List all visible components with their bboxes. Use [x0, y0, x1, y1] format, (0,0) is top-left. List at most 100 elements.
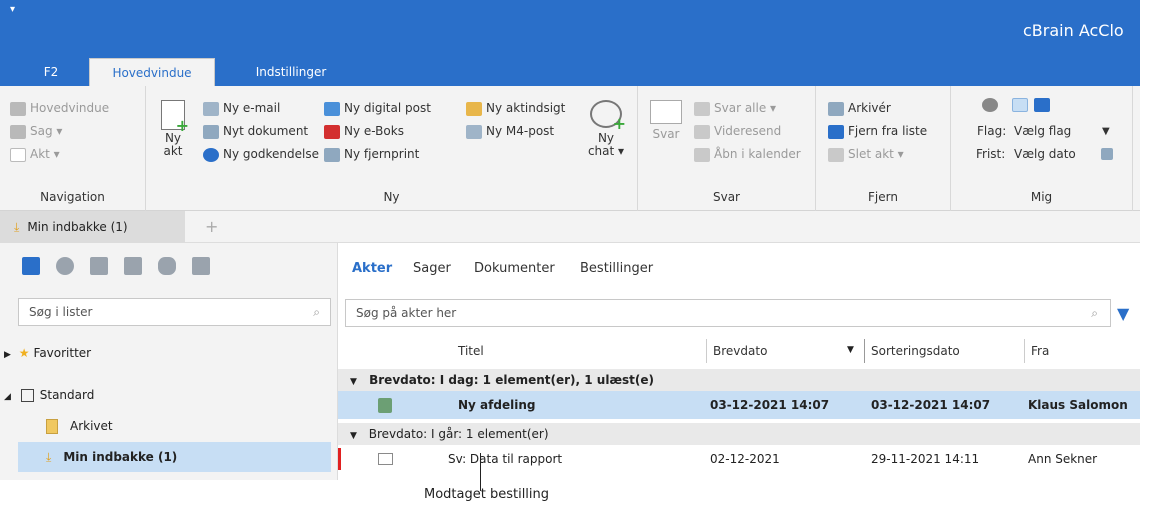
ny-eboks-button[interactable]: Ny e-Boks [324, 121, 404, 141]
ny-chat-button[interactable]: + Ny chat ▾ [584, 100, 628, 158]
refresh-icon[interactable] [1034, 98, 1050, 112]
app-title: cBrain AcClo [1023, 21, 1124, 40]
cell-titel: Sv: Data til rapport [448, 452, 563, 466]
tree-item-min-indbakke[interactable]: ⤓ Min indbakke (1) [18, 442, 331, 472]
aktindsigt-icon [466, 101, 482, 116]
flag-label: Flag: [977, 124, 1007, 138]
group-label-ny: Ny [383, 190, 400, 204]
new-document-icon: + [161, 100, 189, 134]
ribbon-group-fjern: Arkivér Fjern fra liste Slet akt ▾ Fjern [816, 86, 951, 211]
archive-icon [828, 101, 844, 116]
search-icon[interactable]: ⌕ [1091, 300, 1098, 326]
expand-arrow-icon[interactable]: ▶ [4, 350, 11, 360]
calendar-icon [694, 147, 710, 162]
left-panel: Søg i lister ⌕ ▶ ★ Favoritter ◢ Standard … [0, 243, 338, 480]
person-icon [982, 98, 998, 112]
tab-dokumenter[interactable]: Dokumenter [474, 261, 555, 276]
folder-icon[interactable] [192, 257, 210, 275]
print-icon [324, 147, 340, 162]
search-icon[interactable]: ⌕ [313, 299, 320, 325]
ny-m4-post-button[interactable]: Ny M4-post [466, 121, 554, 141]
flag-select[interactable]: Vælg flag [1014, 121, 1071, 141]
reply-mail-icon [378, 453, 393, 465]
svar-alle-button[interactable]: Svar alle ▾ [694, 98, 776, 118]
list-search-input[interactable]: Søg i lister ⌕ [18, 298, 331, 326]
flag-dropdown-arrow-icon[interactable]: ▼ [1102, 126, 1110, 137]
quick-access-dropdown[interactable]: ▾ [10, 4, 15, 15]
frist-label: Frist: [976, 147, 1006, 161]
ny-godkendelse-button[interactable]: Ny godkendelse [203, 144, 319, 164]
tab-indstillinger[interactable]: Indstillinger [236, 58, 346, 86]
table-row[interactable]: Ny afdeling 03-12-2021 14:07 03-12-2021 … [338, 391, 1140, 419]
slet-akt-button[interactable]: Slet akt ▾ [828, 144, 904, 164]
ny-aktindsigt-button[interactable]: Ny aktindsigt [466, 98, 565, 118]
tab-bestillinger[interactable]: Bestillinger [580, 261, 653, 276]
ny-fjernprint-button[interactable]: Ny fjernprint [324, 144, 419, 164]
main-panel: Akter Sager Dokumenter Bestillinger Søg … [338, 243, 1140, 480]
group-label-svar: Svar [712, 190, 740, 204]
tab-min-indbakke[interactable]: ⤓ Min indbakke (1) [0, 211, 185, 243]
fjern-fra-liste-button[interactable]: Fjern fra liste [828, 121, 927, 141]
ribbon: Hovedvindue Sag ▾ Akt ▾ Navigation + Ny … [0, 86, 1140, 211]
videresend-button[interactable]: Videresend [694, 121, 781, 141]
svar-button[interactable]: Svar [646, 100, 686, 141]
m4-post-icon [466, 124, 482, 139]
group-collapse-icon[interactable]: ▼ [350, 431, 357, 441]
sag-button[interactable]: Sag ▾ [10, 121, 62, 141]
filter-icon[interactable]: ▼ [1117, 304, 1129, 323]
users-icon[interactable] [158, 257, 176, 275]
archive-folder-icon [46, 419, 58, 434]
nyt-dokument-button[interactable]: Nyt dokument [203, 121, 308, 141]
order-marker [338, 448, 341, 470]
hovedvindue-button[interactable]: Hovedvindue [10, 98, 109, 118]
column-header-sorteringsdato[interactable]: Sorteringsdato [864, 339, 960, 363]
frist-select[interactable]: Vælg dato [1014, 144, 1076, 164]
group-collapse-icon[interactable]: ▼ [350, 377, 357, 387]
ny-digital-post-button[interactable]: Ny digital post [324, 98, 431, 118]
callout-line [480, 453, 481, 491]
tree-item-favoritter[interactable]: ▶ ★ Favoritter [0, 338, 338, 368]
ribbon-group-mig: Flag: Vælg flag ▼ Frist: Vælg dato Mig [951, 86, 1133, 211]
abn-i-kalender-button[interactable]: Åbn i kalender [694, 144, 801, 164]
delete-icon [828, 147, 844, 162]
group-header-i-gar[interactable]: ▼ Brevdato: I går: 1 element(er) [338, 423, 1140, 445]
add-tab-button[interactable]: + [205, 211, 218, 243]
group-header-i-dag[interactable]: ▼ Brevdato: I dag: 1 element(er), 1 ulæs… [338, 369, 1140, 391]
cell-brevdato: 02-12-2021 [710, 452, 780, 466]
tab-sager[interactable]: Sager [413, 261, 451, 276]
collapse-arrow-icon[interactable]: ◢ [4, 392, 11, 402]
forward-icon [694, 124, 710, 139]
document-add-icon [203, 124, 219, 139]
cell-fra: Klaus Salomon [1028, 398, 1128, 412]
document-icon [10, 147, 26, 162]
document-list-icon[interactable] [22, 257, 40, 275]
arkiver-button[interactable]: Arkivér [828, 98, 891, 118]
tab-akter[interactable]: Akter [352, 261, 392, 276]
inbox-download-icon: ⤓ [46, 450, 52, 464]
document-tab-bar: ⤓ Min indbakke (1) + [0, 211, 1140, 243]
cell-sorteringsdato: 03-12-2021 14:07 [871, 398, 991, 412]
column-header-fra[interactable]: Fra [1024, 339, 1049, 363]
mail-stack-icon[interactable] [124, 257, 142, 275]
list-icon[interactable] [90, 257, 108, 275]
ny-akt-button[interactable]: + Ny akt [156, 100, 190, 158]
eboks-icon [324, 124, 340, 139]
column-header-titel[interactable]: Titel [458, 339, 484, 363]
organization-icon[interactable] [56, 257, 74, 275]
akter-search-input[interactable]: Søg på akter her ⌕ [345, 299, 1111, 327]
inbox-download-icon: ⤓ [14, 220, 20, 234]
inbox-tray-icon[interactable] [1012, 98, 1028, 112]
tree-item-standard[interactable]: ◢ Standard [0, 380, 338, 410]
arrow-left-icon [828, 124, 844, 139]
tab-f2[interactable]: F2 [26, 58, 76, 86]
ny-email-button[interactable]: Ny e-mail [203, 98, 280, 118]
tree-item-arkivet[interactable]: Arkivet [0, 411, 338, 441]
sort-descending-icon[interactable]: ▼ [847, 345, 854, 355]
calendar-picker-icon[interactable] [1101, 148, 1113, 160]
ribbon-group-navigation: Hovedvindue Sag ▾ Akt ▾ Navigation [0, 86, 146, 211]
akt-button[interactable]: Akt ▾ [10, 144, 60, 164]
column-header-brevdato[interactable]: Brevdato [706, 339, 767, 363]
case-icon [10, 124, 26, 139]
tab-hovedvindue[interactable]: Hovedvindue [89, 58, 215, 86]
table-row[interactable]: Sv: Data til rapport 02-12-2021 29-11-20… [338, 445, 1140, 473]
